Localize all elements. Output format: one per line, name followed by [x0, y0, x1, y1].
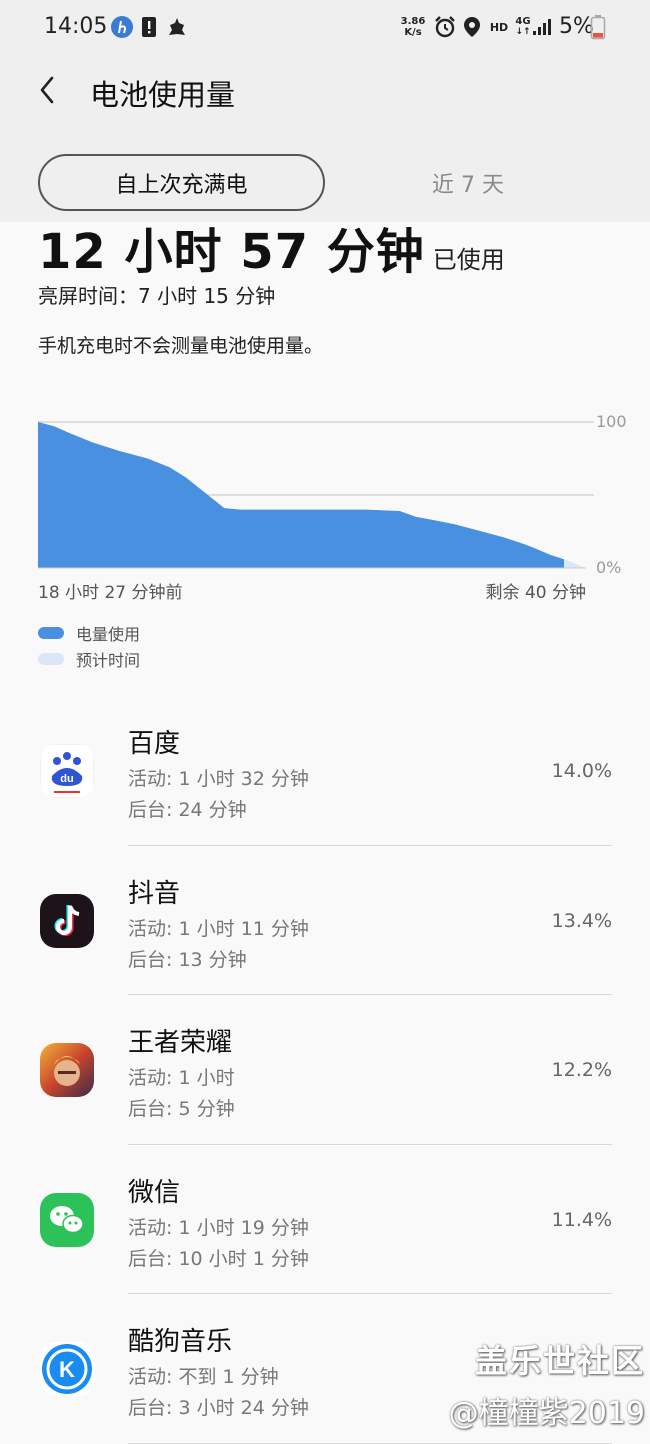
app-active-time: 活动: 1 小时 32 分钟: [128, 768, 309, 790]
app-background-time: 后台: 3 小时 24 分钟: [128, 1397, 309, 1419]
shell-icon: [166, 14, 188, 40]
legend-swatch-usage: [38, 627, 64, 639]
app-background-time: 后台: 24 分钟: [128, 799, 247, 821]
app-active-time: 活动: 1 小时: [128, 1067, 235, 1089]
app-name: 酷狗音乐: [128, 1327, 233, 1357]
app-name: 百度: [128, 729, 181, 759]
watermark-line2: @橦橦紫2019: [448, 1396, 645, 1431]
divider: [128, 1442, 612, 1444]
signal-icon: [532, 14, 554, 40]
app-usage-percent: 12.2%: [551, 1059, 612, 1081]
app-background-time: 后台: 13 分钟: [128, 948, 247, 971]
y-min-label: 0%: [596, 558, 622, 577]
list-item[interactable]: 微信 活动: 1 小时 19 分钟 后台: 10 小时 1 分钟 11.4%: [0, 1145, 650, 1294]
hd-label: HD: [489, 20, 509, 34]
back-chevron-icon[interactable]: [30, 70, 70, 110]
screen-on-time: 亮屏时间：7 小时 15 分钟: [38, 284, 276, 308]
status-bar: 14:05 3.86 K/s HD 4G ↓↑ 5%: [0, 0, 650, 56]
app-name: 王者荣耀: [128, 1028, 233, 1058]
net-speed: 3.86 K/s: [400, 16, 426, 38]
list-item[interactable]: 王者荣耀 活动: 1 小时 后台: 5 分钟 12.2%: [0, 995, 650, 1145]
x-end-label: 剩余 40 分钟: [485, 583, 586, 603]
app-usage-list: du 百度 活动: 1 小时 32 分钟 后台: 24 分钟 14.0% 抖音 …: [0, 696, 650, 1444]
legend-item-estimate: 预计时间: [38, 646, 140, 672]
app-active-time: 活动: 1 小时 19 分钟: [128, 1216, 309, 1239]
app-usage-percent: 14.0%: [551, 760, 612, 782]
svg-text:du: du: [60, 773, 73, 785]
baidu-icon: du: [40, 744, 94, 798]
app-background-time: 后台: 10 小时 1 分钟: [128, 1247, 309, 1270]
app-bar: 电池使用量: [0, 60, 650, 124]
x-start-label: 18 小时 27 分钟前: [38, 583, 183, 603]
watermark: 盖乐世社区 @橦橦紫2019: [440, 1336, 645, 1432]
app-background-time: 后台: 5 分钟: [128, 1098, 235, 1120]
tab-last-7-days[interactable]: 近 7 天: [378, 154, 558, 211]
charging-note: 手机充电时不会测量电池使用量。: [38, 335, 324, 357]
tab-since-last-full-charge[interactable]: 自上次充满电: [38, 154, 325, 211]
location-icon: [462, 14, 482, 40]
honor-of-kings-icon: [40, 1043, 94, 1097]
app-active-time: 活动: 1 小时 11 分钟: [128, 917, 309, 940]
usage-summary: 12 小时 57 分钟 已使用: [38, 212, 505, 282]
list-item[interactable]: du 百度 活动: 1 小时 32 分钟 后台: 24 分钟 14.0%: [0, 696, 650, 846]
top-app-bar: 14:05 3.86 K/s HD 4G ↓↑ 5% 电池使用量 自上次充满电 …: [0, 0, 650, 222]
alarm-icon: [433, 14, 457, 40]
list-item[interactable]: 抖音 活动: 1 小时 11 分钟 后台: 13 分钟 13.4%: [0, 846, 650, 995]
battery-icon: [590, 14, 606, 40]
alert-icon: [140, 14, 158, 40]
battery-percent: 5%: [559, 14, 594, 39]
network-type: 4G ↓↑: [515, 16, 531, 37]
period-tabs: 自上次充满电 近 7 天: [0, 154, 650, 214]
legend-swatch-estimate: [38, 653, 64, 665]
app-usage-percent: 13.4%: [551, 909, 612, 932]
watermark-line1: 盖乐世社区: [474, 1342, 645, 1380]
page-title: 电池使用量: [90, 78, 236, 112]
app-name: 微信: [128, 1177, 181, 1208]
wechat-icon: [40, 1192, 94, 1247]
svg-text:K: K: [59, 1357, 75, 1382]
legend-item-usage: 电量使用: [38, 620, 140, 646]
app-active-time: 活动: 不到 1 分钟: [128, 1366, 279, 1388]
app-usage-percent: 11.4%: [551, 1208, 612, 1231]
app-notification-icon: [110, 14, 134, 40]
app-name: 抖音: [128, 878, 181, 909]
battery-chart: 100 0% 18 小时 27 分钟前 剩余 40 分钟: [0, 400, 650, 610]
usage-time: 12 小时 57 分钟: [38, 224, 425, 280]
y-max-label: 100: [596, 412, 627, 431]
usage-suffix: 已使用: [432, 246, 505, 274]
douyin-icon: [40, 893, 94, 948]
kugou-icon: K: [40, 1342, 94, 1396]
series-estimate-area: [564, 559, 586, 568]
status-time: 14:05: [44, 14, 108, 39]
chart-legend: 电量使用 预计时间: [38, 620, 140, 672]
